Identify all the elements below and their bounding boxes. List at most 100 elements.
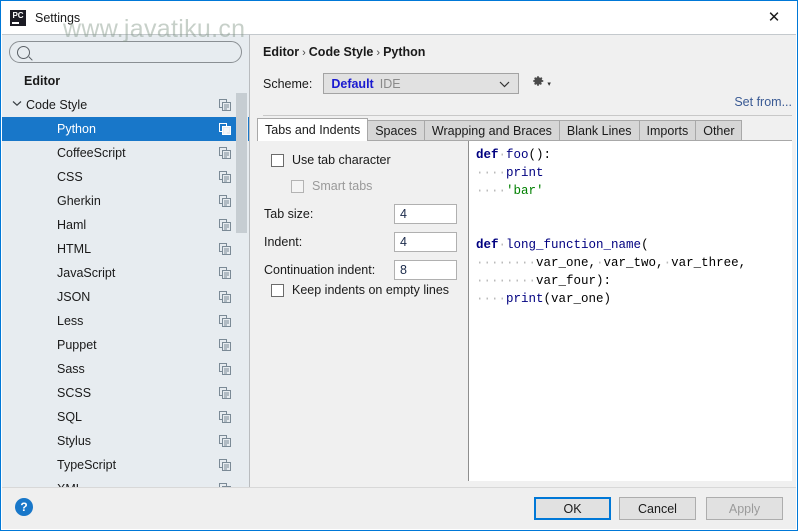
copy-scheme-icon[interactable]: [219, 195, 231, 207]
sidebar-item-puppet[interactable]: Puppet: [2, 333, 249, 357]
sidebar-item-python[interactable]: Python: [2, 117, 249, 141]
continuation-indent-row: Continuation indent:: [264, 259, 464, 280]
code-line: ····print(var_one): [476, 290, 746, 308]
keep-indents-row[interactable]: Keep indents on empty lines: [271, 283, 449, 297]
breadcrumb-editor[interactable]: Editor: [263, 45, 299, 59]
sidebar-item-scss[interactable]: SCSS: [2, 381, 249, 405]
search-box[interactable]: [9, 41, 242, 63]
scheme-row: Scheme: Default IDE ▾: [263, 73, 551, 94]
breadcrumb-python: Python: [383, 45, 425, 59]
code-line: ········var_one,·var_two,·var_three,: [476, 254, 746, 272]
copy-scheme-icon[interactable]: [219, 459, 231, 471]
sidebar-item-label: Code Style: [26, 98, 87, 112]
code-line: def·long_function_name(: [476, 236, 746, 254]
sidebar-item-typescript[interactable]: TypeScript: [2, 453, 249, 477]
apply-button[interactable]: Apply: [706, 497, 783, 520]
tab-size-row: Tab size:: [264, 203, 464, 224]
sidebar-item-editor[interactable]: Editor: [2, 69, 249, 93]
copy-scheme-icon[interactable]: [219, 99, 231, 111]
chevron-down-icon[interactable]: [12, 100, 22, 110]
close-icon[interactable]: ✕: [751, 1, 797, 33]
scheme-value: Default: [331, 77, 373, 91]
copy-scheme-icon[interactable]: [219, 243, 231, 255]
use-tab-character-label: Use tab character: [292, 153, 391, 167]
tab-spaces[interactable]: Spaces: [367, 120, 425, 141]
search-input[interactable]: [35, 44, 229, 60]
copy-scheme-icon[interactable]: [219, 435, 231, 447]
sidebar-item-coffeescript[interactable]: CoffeeScript: [2, 141, 249, 165]
sidebar-item-label: Sass: [57, 362, 85, 376]
scheme-dropdown[interactable]: Default IDE: [323, 73, 519, 94]
copy-scheme-icon[interactable]: [219, 363, 231, 375]
sidebar-item-label: Stylus: [57, 434, 91, 448]
header-divider: [263, 115, 792, 116]
sidebar-item-label: CSS: [57, 170, 83, 184]
sidebar-scrollbar-thumb[interactable]: [236, 93, 247, 233]
sidebar-item-label: TypeScript: [57, 458, 116, 472]
copy-scheme-icon[interactable]: [219, 315, 231, 327]
sidebar-item-html[interactable]: HTML: [2, 237, 249, 261]
window-title: Settings: [35, 11, 80, 25]
continuation-indent-input[interactable]: [394, 260, 457, 280]
scheme-gear-button[interactable]: ▾: [531, 74, 551, 93]
keep-indents-checkbox[interactable]: [271, 284, 284, 297]
sidebar-item-javascript[interactable]: JavaScript: [2, 261, 249, 285]
tab-other[interactable]: Other: [695, 120, 742, 141]
tab-wrapping-and-braces[interactable]: Wrapping and Braces: [424, 120, 560, 141]
tab-label: Blank Lines: [567, 124, 632, 138]
sidebar-item-label: JSON: [57, 290, 90, 304]
chevron-down-icon: [499, 75, 510, 93]
copy-scheme-icon[interactable]: [219, 267, 231, 279]
copy-scheme-icon[interactable]: [219, 387, 231, 399]
sidebar-item-stylus[interactable]: Stylus: [2, 429, 249, 453]
set-from-link[interactable]: Set from...: [734, 95, 792, 109]
sidebar-item-gherkin[interactable]: Gherkin: [2, 189, 249, 213]
sidebar-item-less[interactable]: Less: [2, 309, 249, 333]
sidebar-scrollbar-track[interactable]: [237, 69, 248, 489]
tab-blank-lines[interactable]: Blank Lines: [559, 120, 640, 141]
sidebar-item-label: Less: [57, 314, 83, 328]
cancel-button[interactable]: Cancel: [619, 497, 696, 520]
copy-scheme-icon[interactable]: [219, 291, 231, 303]
tab-bar[interactable]: Tabs and IndentsSpaces Wrapping and Brace…: [258, 119, 742, 141]
sidebar-item-haml[interactable]: Haml: [2, 213, 249, 237]
sidebar-item-sql[interactable]: SQL: [2, 405, 249, 429]
main-panel: Editor›Code Style›Python Scheme: Default…: [250, 34, 796, 489]
continuation-indent-label: Continuation indent:: [264, 263, 375, 277]
code-line: [476, 218, 746, 236]
sidebar-item-label: SCSS: [57, 386, 91, 400]
tab-label: Other: [703, 124, 734, 138]
sidebar-item-label: Gherkin: [57, 194, 101, 208]
sidebar-item-label: CoffeeScript: [57, 146, 126, 160]
sidebar-item-json[interactable]: JSON: [2, 285, 249, 309]
gear-icon: [531, 74, 545, 93]
sidebar-item-sass[interactable]: Sass: [2, 357, 249, 381]
tab-size-input[interactable]: [394, 204, 457, 224]
copy-scheme-icon[interactable]: [219, 411, 231, 423]
use-tab-character-row[interactable]: Use tab character: [271, 153, 391, 167]
settings-tree[interactable]: Editor Code Style Python CoffeeScript CSS Ghe…: [2, 69, 249, 489]
use-tab-character-checkbox[interactable]: [271, 154, 284, 167]
sidebar-item-code-style[interactable]: Code Style: [2, 93, 249, 117]
tabs-and-indents-pane: Use tab character Smart tabs Tab size: I…: [258, 141, 469, 481]
copy-scheme-icon[interactable]: [219, 339, 231, 351]
help-icon[interactable]: ?: [15, 498, 33, 516]
copy-scheme-icon[interactable]: [219, 147, 231, 159]
sidebar: Editor Code Style Python CoffeeScript CSS Ghe…: [2, 34, 250, 489]
ok-button[interactable]: OK: [534, 497, 611, 520]
copy-scheme-icon[interactable]: [219, 171, 231, 183]
copy-scheme-icon[interactable]: [219, 219, 231, 231]
tab-tabs-and-indents[interactable]: Tabs and Indents: [257, 118, 368, 141]
tab-imports[interactable]: Imports: [639, 120, 697, 141]
tab-label: Wrapping and Braces: [432, 124, 552, 138]
code-preview-pane[interactable]: def·foo():····print····'bar' def·long_fu…: [469, 141, 792, 481]
keep-indents-label: Keep indents on empty lines: [292, 283, 449, 297]
indent-label: Indent:: [264, 235, 302, 249]
sidebar-item-css[interactable]: CSS: [2, 165, 249, 189]
breadcrumb-code-style[interactable]: Code Style: [309, 45, 374, 59]
indent-input[interactable]: [394, 232, 457, 252]
scheme-label: Scheme:: [263, 77, 312, 91]
code-line: ····'bar': [476, 182, 746, 200]
breadcrumb: Editor›Code Style›Python: [263, 45, 425, 59]
copy-scheme-icon[interactable]: [219, 123, 231, 135]
